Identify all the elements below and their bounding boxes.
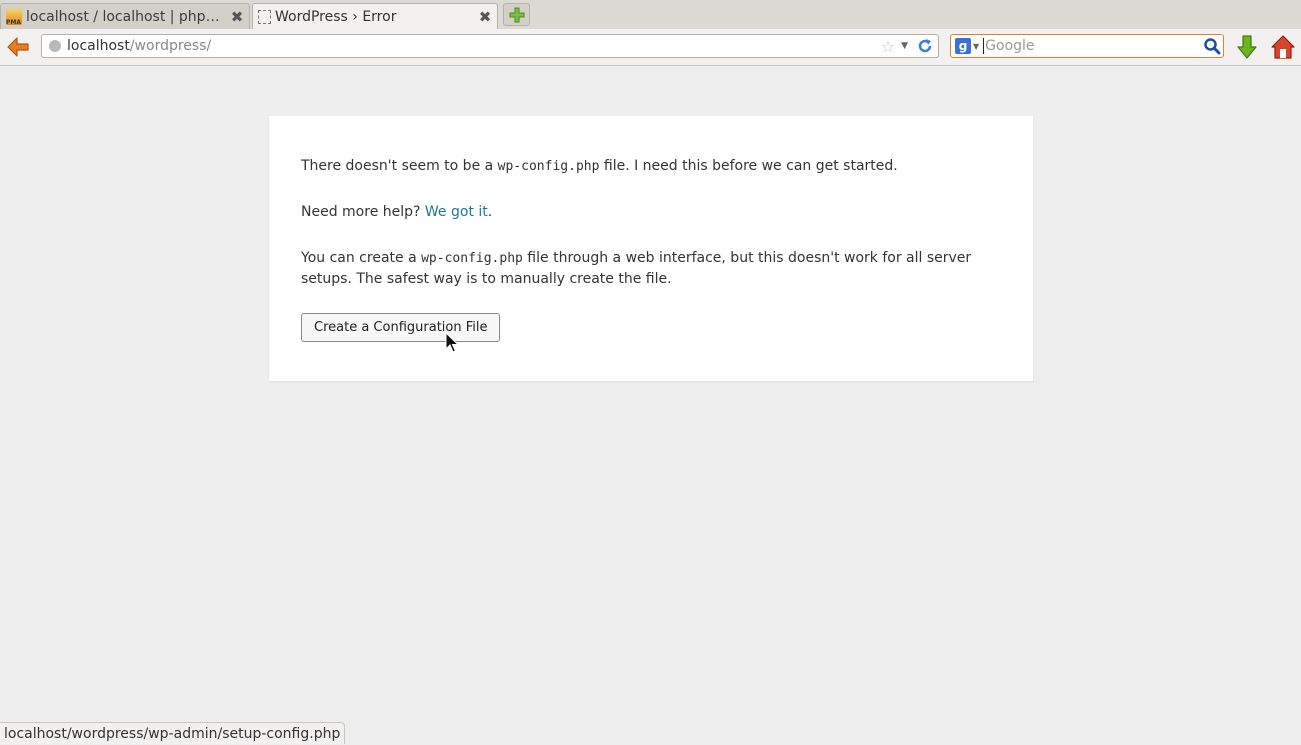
url-path: /wordpress/ <box>129 38 212 54</box>
search-bar[interactable]: g ▼ <box>950 34 1224 58</box>
help-message: Need more help? We got it. <box>301 202 1001 223</box>
tab-wordpress-error[interactable]: WordPress › Error ✖ <box>252 3 498 29</box>
help-text: Need more help? <box>301 204 425 220</box>
download-arrow-icon <box>1237 35 1257 59</box>
home-button[interactable] <box>1270 34 1296 60</box>
back-button[interactable] <box>6 36 30 58</box>
tab-title: localhost / localhost | phpM… <box>26 8 225 25</box>
search-engine-dropdown-icon[interactable]: ▼ <box>973 42 979 51</box>
create-configuration-file-button[interactable]: Create a Configuration File <box>301 313 501 342</box>
navigation-toolbar: localhost/wordpress/ ☆ ▼ g ▼ <box>0 29 1301 66</box>
plus-icon <box>509 7 524 22</box>
tab-phpmyadmin[interactable]: PMA localhost / localhost | phpM… ✖ <box>0 3 250 29</box>
google-icon[interactable]: g <box>955 38 971 54</box>
site-identity-icon[interactable] <box>49 40 61 52</box>
help-link[interactable]: We got it <box>425 204 488 220</box>
search-icon[interactable] <box>1203 37 1221 55</box>
tab-title: WordPress › Error <box>275 8 397 25</box>
address-bar[interactable]: localhost/wordpress/ ☆ ▼ <box>41 34 939 58</box>
config-filename: wp-config.php <box>497 159 600 174</box>
history-dropdown-icon[interactable]: ▼ <box>901 41 908 51</box>
home-icon <box>1271 35 1295 59</box>
bookmark-star-icon[interactable]: ☆ <box>881 37 895 56</box>
search-input[interactable] <box>983 38 1203 54</box>
message-text: There doesn't seem to be a <box>301 158 498 174</box>
config-filename: wp-config.php <box>421 251 523 266</box>
close-tab-icon[interactable]: ✖ <box>229 9 245 25</box>
mouse-cursor-icon <box>445 332 459 353</box>
downloads-button[interactable] <box>1235 34 1259 60</box>
missing-config-message: There doesn't seem to be a wp-config.php… <box>301 156 1001 177</box>
create-config-message: You can create a wp-config.php file thro… <box>301 248 1001 290</box>
tab-strip: PMA localhost / localhost | phpM… ✖ Word… <box>0 0 1301 29</box>
message-text: file. I need this before we can get star… <box>599 158 898 174</box>
back-arrow-icon <box>7 37 29 57</box>
new-tab-button[interactable] <box>503 3 530 26</box>
blank-page-icon <box>258 9 271 24</box>
close-tab-icon[interactable]: ✖ <box>477 9 493 25</box>
url-text[interactable]: localhost/wordpress/ <box>67 38 881 54</box>
pma-icon: PMA <box>6 8 22 26</box>
message-text: You can create a <box>301 250 422 266</box>
help-text: . <box>487 204 493 220</box>
status-bar: localhost/wordpress/wp-admin/setup-confi… <box>0 722 346 744</box>
wp-setup-error-card: There doesn't seem to be a wp-config.php… <box>269 116 1033 381</box>
reload-icon[interactable] <box>916 37 934 55</box>
url-host: localhost <box>67 38 130 54</box>
